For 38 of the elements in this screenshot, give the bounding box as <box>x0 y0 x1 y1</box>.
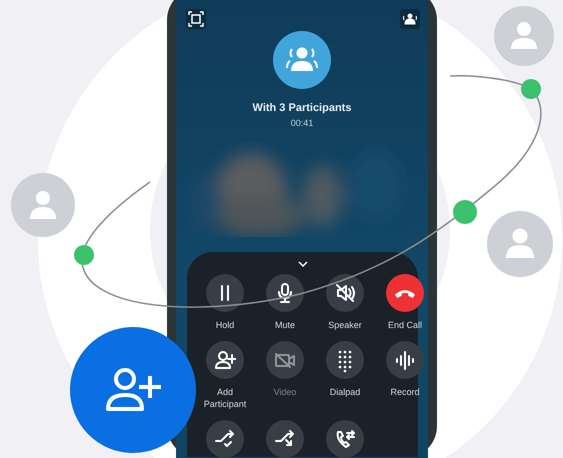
add-person-icon <box>214 349 236 371</box>
merge-button[interactable] <box>206 420 244 458</box>
call-duration: 00:41 <box>290 118 314 128</box>
call-title: With 3 Participants <box>252 102 352 114</box>
control-label: Mute <box>274 319 296 331</box>
add-person-icon <box>105 368 161 412</box>
merge-arrow-icon <box>214 428 236 450</box>
participants-button[interactable] <box>400 9 420 29</box>
swap-button[interactable] <box>326 420 364 458</box>
dialpad-button[interactable] <box>326 341 364 379</box>
phone-icon <box>395 288 415 298</box>
people-icon <box>285 46 319 74</box>
waveform-icon <box>394 349 416 371</box>
add-participant-button[interactable] <box>206 341 244 379</box>
mute-button[interactable] <box>266 274 304 312</box>
speaker-off-icon <box>334 282 356 304</box>
control-label: Add Participant <box>202 386 248 410</box>
transfer-button[interactable] <box>266 420 304 458</box>
phone-swap-icon <box>334 428 356 450</box>
avatar-icon <box>494 6 554 66</box>
control-label: Hold <box>214 319 236 331</box>
end-call-button[interactable] <box>386 274 424 312</box>
dot-marker <box>521 79 541 99</box>
record-button[interactable] <box>386 341 424 379</box>
control-label: End Call <box>386 319 424 331</box>
avatar-icon <box>487 211 553 277</box>
speaker-button[interactable] <box>326 274 364 312</box>
control-label: Record <box>389 386 420 398</box>
people-icon <box>402 12 418 26</box>
control-label: Speaker <box>327 319 363 331</box>
dot-marker <box>453 200 477 224</box>
chevron-down-icon <box>298 261 308 267</box>
control-label: Dialpad <box>328 386 362 398</box>
control-label: Video <box>272 386 298 398</box>
fullscreen-button[interactable] <box>186 9 206 29</box>
dot-marker <box>74 245 94 265</box>
focus-frame-icon <box>188 11 204 27</box>
hold-button[interactable] <box>206 274 244 312</box>
